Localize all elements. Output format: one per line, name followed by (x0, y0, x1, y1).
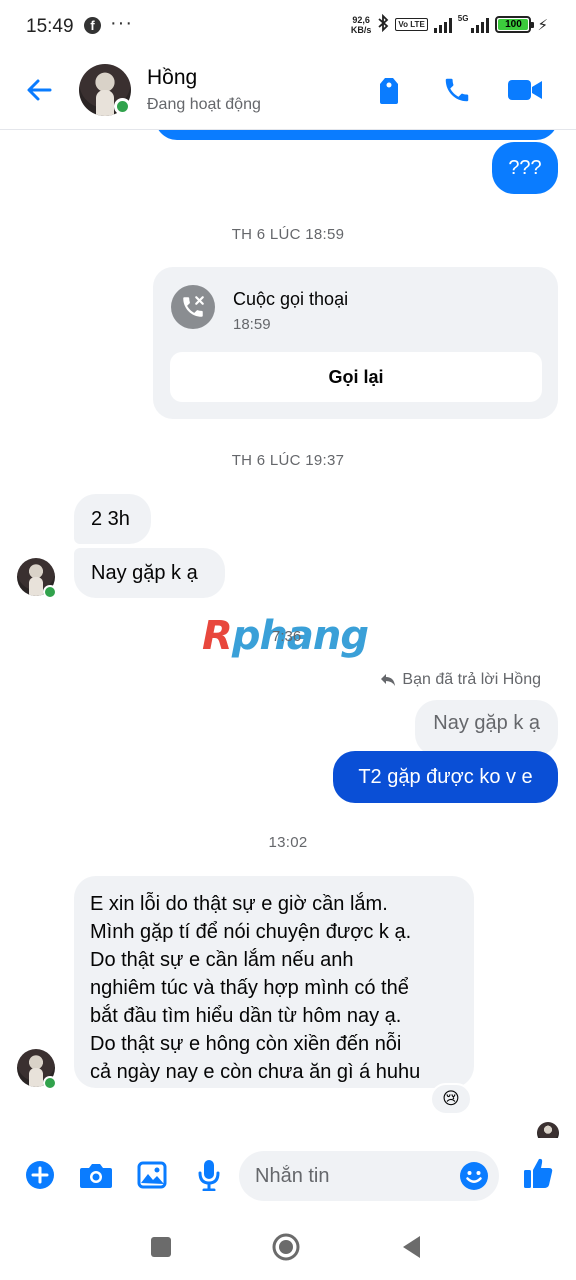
charging-icon: ⚡ (537, 16, 548, 34)
status-bar: 15:49 f ··· 92,6 KB/s Vo LTE 5G 100 ⚡ (0, 0, 576, 56)
recent-apps-button[interactable] (146, 1232, 176, 1262)
emoji-button[interactable] (459, 1161, 489, 1191)
quoted-message[interactable]: Nay gặp k ạ (415, 700, 558, 756)
image-icon (137, 1161, 167, 1189)
message-line: Do thật sự e hông còn xiền đến nỗi (90, 1033, 402, 1055)
call-title: Cuộc gọi thoại (233, 289, 349, 309)
message-line: cả ngày nay e còn chưa ăn gì á huhu (90, 1061, 421, 1083)
message-line: nghiêm túc và thấy hợp mình có thể (90, 977, 409, 999)
more-notifications-icon: ··· (110, 12, 133, 34)
message-line: E xin lỗi do thật sự e giờ cần lắm. (90, 893, 388, 915)
call-back-button[interactable]: Gọi lại (170, 352, 542, 402)
call-time: 18:59 (233, 316, 271, 333)
tag-button[interactable] (369, 70, 409, 110)
system-navigation-bar (0, 1214, 576, 1280)
home-button[interactable] (271, 1232, 301, 1262)
plus-circle-icon (26, 1161, 54, 1189)
chat-header: Hồng Đang hoạt động (0, 56, 576, 130)
square-icon (151, 1237, 171, 1257)
reply-note-text: Bạn đã trả lời Hồng (402, 671, 541, 688)
like-button[interactable] (521, 1156, 555, 1190)
incoming-long-message[interactable]: E xin lỗi do thật sự e giờ cần lắm. Mình… (74, 876, 474, 1088)
message-list[interactable]: ??? TH 6 LÚC 18:59 Cuộc gọi thoại 18:59 … (0, 130, 576, 1138)
home-circle-icon (272, 1233, 300, 1261)
reply-note: Bạn đã trả lời Hồng (380, 671, 541, 689)
video-camera-icon (508, 80, 542, 100)
timestamp: TH 6 LÚC 18:59 (231, 226, 345, 243)
online-indicator (43, 585, 57, 599)
facebook-notification-icon: f (84, 17, 101, 34)
back-arrow-icon (27, 79, 52, 101)
outgoing-message[interactable]: ??? (492, 142, 558, 194)
signal-icon-2 (471, 17, 490, 33)
triangle-back-icon (403, 1236, 420, 1258)
timestamp: 13:02 (268, 834, 308, 851)
camera-button[interactable] (79, 1158, 113, 1192)
network-speed-unit: KB/s (350, 24, 372, 35)
online-indicator (43, 1076, 57, 1090)
online-indicator (114, 98, 131, 115)
status-indicators: 92,6 KB/s Vo LTE 5G 100 ⚡ (351, 13, 548, 35)
reaction-badge[interactable]: 😢 (430, 1083, 472, 1115)
seen-indicator-avatar (537, 1122, 559, 1138)
back-nav-button[interactable] (397, 1232, 427, 1262)
battery-icon: 100 (495, 16, 535, 33)
phone-icon (445, 78, 469, 102)
voice-call-button[interactable] (437, 70, 477, 110)
network-speed: 92,6 KB/s (351, 15, 372, 35)
microphone-icon (198, 1160, 220, 1191)
missed-call-card[interactable]: Cuộc gọi thoại 18:59 Gọi lại (153, 267, 558, 419)
video-call-button[interactable] (505, 70, 545, 110)
contact-name[interactable]: Hồng (147, 66, 197, 90)
more-actions-button[interactable] (23, 1158, 57, 1192)
missed-call-icon (171, 285, 215, 329)
voice-message-button[interactable] (192, 1158, 226, 1192)
volte-icon: Vo LTE (395, 18, 428, 31)
incoming-message[interactable]: Nay gặp k ạ (74, 548, 225, 598)
message-line: Mình gặp tí để nói chuyện được k ạ. (90, 921, 412, 943)
battery-level: 100 (505, 19, 522, 30)
network-type: 5G (457, 14, 469, 23)
message-input-container[interactable] (239, 1151, 499, 1201)
emoji-icon (460, 1162, 488, 1190)
back-button[interactable] (22, 72, 58, 108)
outgoing-reply-message[interactable]: T2 gặp được ko v e (333, 751, 558, 803)
reply-icon (381, 674, 396, 686)
timestamp: 7:36 (272, 628, 302, 645)
contact-status: Đang hoạt động (147, 96, 261, 113)
message-input[interactable] (255, 1151, 445, 1201)
message-composer (0, 1138, 576, 1214)
message-line: bắt đầu tìm hiểu dần từ hôm nay ạ. (90, 1005, 402, 1027)
bluetooth-icon (377, 13, 389, 35)
network-speed-value: 92,6 (352, 14, 370, 25)
signal-icon-1 (433, 17, 452, 33)
gallery-button[interactable] (135, 1158, 169, 1192)
tag-icon (380, 78, 398, 104)
incoming-message[interactable]: 2 3h (74, 494, 151, 544)
timestamp: TH 6 LÚC 19:37 (231, 452, 345, 469)
thumbs-up-icon (524, 1158, 553, 1188)
camera-icon (80, 1164, 112, 1188)
message-line: Do thật sự e cần lắm nếu anh (90, 949, 354, 971)
previous-outgoing-bubble[interactable] (155, 130, 558, 140)
status-time: 15:49 (26, 16, 74, 37)
